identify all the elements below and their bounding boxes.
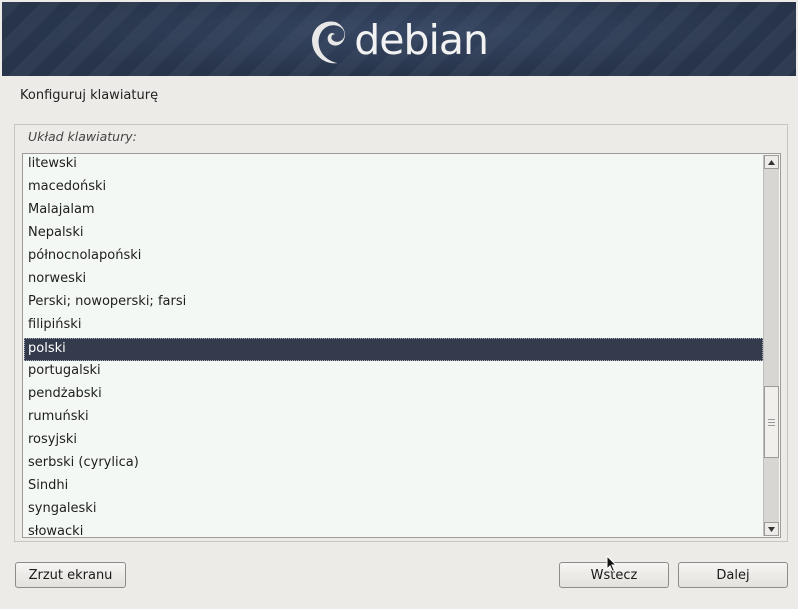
debian-banner: debian [2, 2, 796, 76]
keyboard-layout-label: Układ klawiatury: [28, 129, 137, 144]
scroll-up-button[interactable] [764, 155, 779, 169]
list-item[interactable]: rumuński [24, 407, 763, 430]
debian-logo: debian [308, 8, 489, 74]
page-title: Konfiguruj klawiaturę [20, 88, 159, 103]
keyboard-layout-list[interactable]: litewski macedoński Malajalam Nepalski półno… [24, 154, 763, 537]
continue-button[interactable]: Dalej [678, 562, 788, 588]
screenshot-button[interactable]: Zrzut ekranu [15, 562, 126, 588]
logo-text: debian [354, 16, 489, 64]
triangle-up-icon [768, 159, 775, 165]
debian-swirl-icon [312, 21, 345, 64]
list-item[interactable]: Nepalski [24, 223, 763, 246]
list-item[interactable]: Perski; nowoperski; farsi [24, 292, 763, 315]
mouse-pointer-icon [606, 555, 618, 573]
list-item[interactable]: litewski [24, 154, 763, 177]
list-item[interactable]: syngaleski [24, 499, 763, 522]
scroll-thumb[interactable] [764, 386, 779, 458]
vertical-scrollbar[interactable] [763, 155, 779, 536]
grip-icon [768, 418, 775, 426]
list-item[interactable]: Malajalam [24, 200, 763, 223]
list-item[interactable]: macedoński [24, 177, 763, 200]
list-item[interactable]: serbski (cyrylica) [24, 453, 763, 476]
list-item[interactable]: rosyjski [24, 430, 763, 453]
scroll-down-button[interactable] [764, 522, 779, 536]
list-item[interactable]: filipiński [24, 315, 763, 338]
list-item[interactable]: słowacki [24, 522, 763, 537]
list-item[interactable]: pendżabski [24, 384, 763, 407]
keyboard-layout-group: Układ klawiatury: litewski macedoński Mala… [14, 124, 788, 542]
keyboard-layout-listbox[interactable]: litewski macedoński Malajalam Nepalski półno… [22, 153, 781, 538]
list-item[interactable]: portugalski [24, 361, 763, 384]
list-item[interactable]: Sindhi [24, 476, 763, 499]
triangle-down-icon [768, 526, 775, 532]
list-item[interactable]: norweski [24, 269, 763, 292]
list-item[interactable]: polski [24, 338, 763, 361]
list-item[interactable]: północnolapoński [24, 246, 763, 269]
